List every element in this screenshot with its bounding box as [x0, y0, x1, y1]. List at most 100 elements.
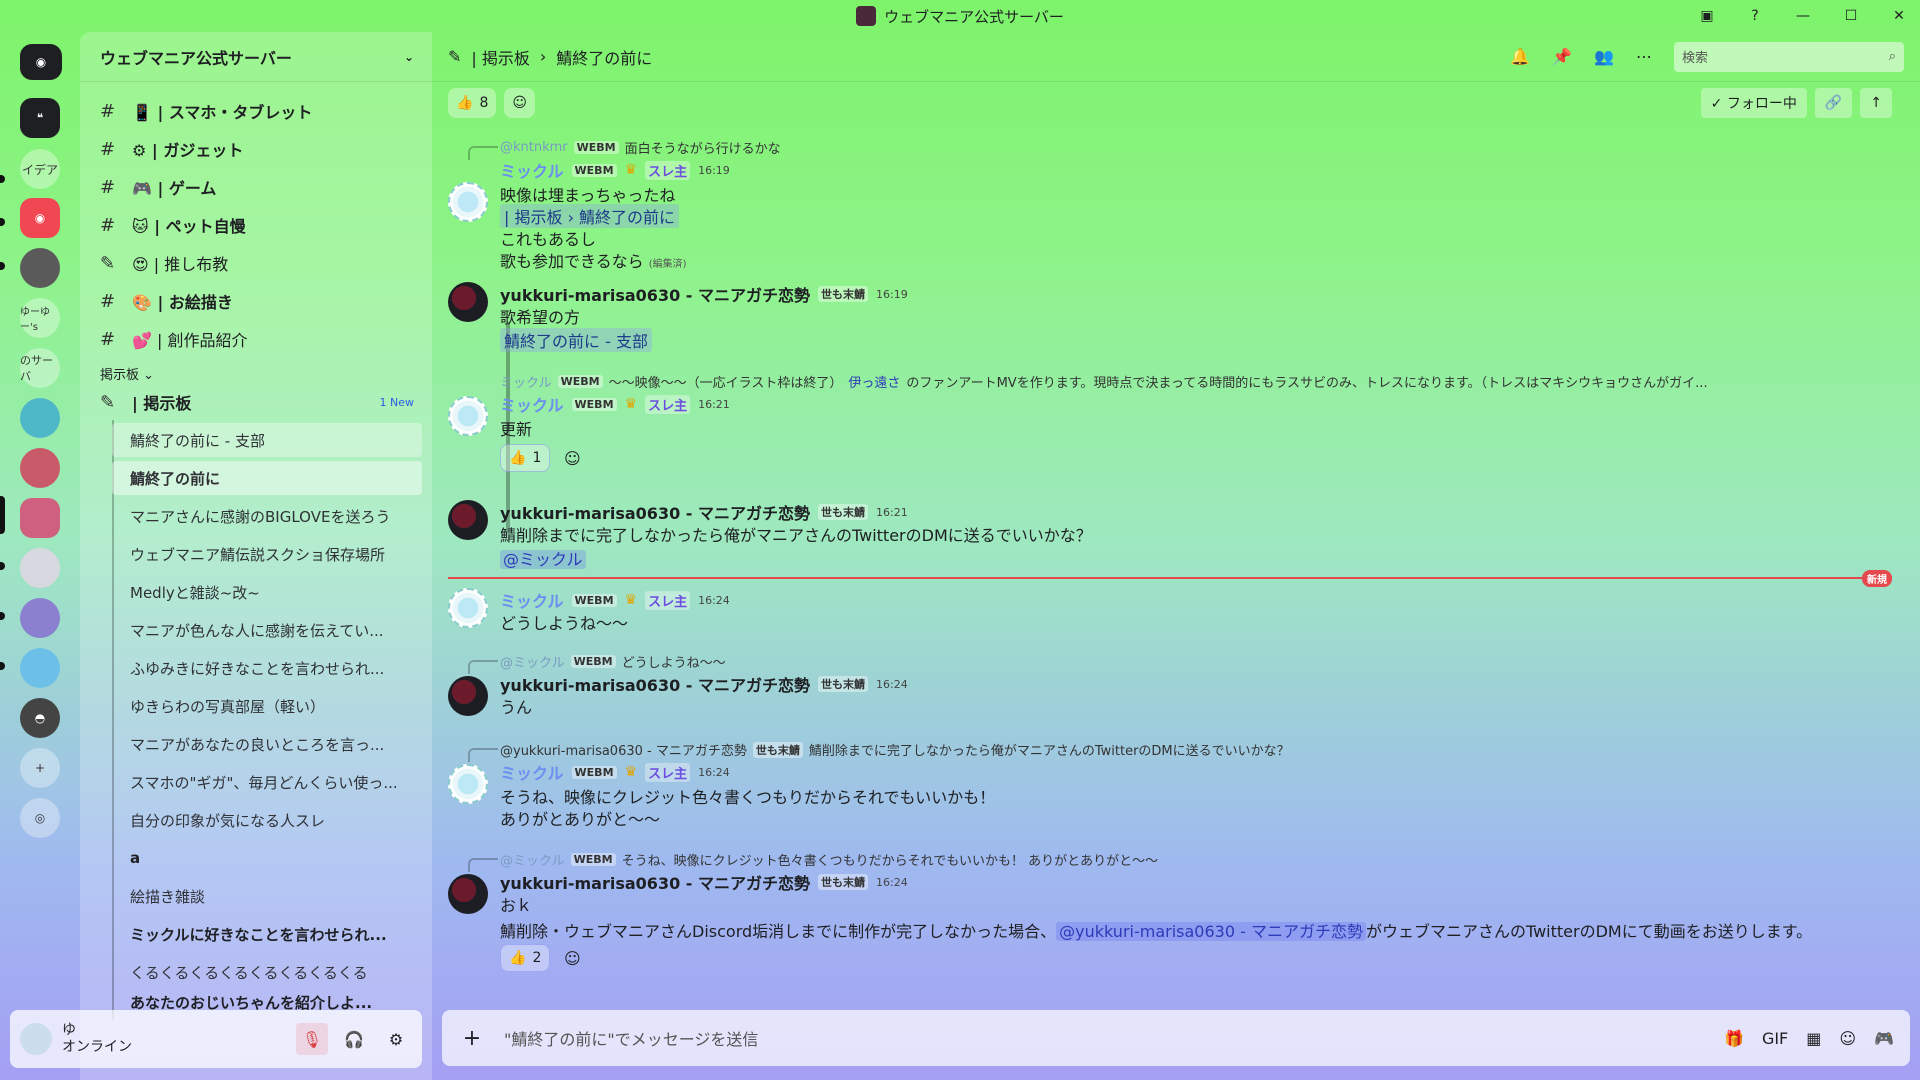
avatar[interactable] [448, 764, 488, 804]
user-mention[interactable]: @ミックル [500, 550, 586, 569]
discord-home-icon[interactable]: ◉ [20, 44, 62, 80]
channel-item[interactable]: # 📱 | スマホ・タブレット [80, 94, 432, 128]
reaction-like[interactable]: 👍 8 [448, 88, 497, 118]
server-avatar[interactable] [20, 448, 60, 488]
channel-item[interactable]: # 🎨 | お絵描き [80, 284, 432, 318]
sticker-icon[interactable]: ▦ [1806, 1029, 1821, 1048]
thread-item[interactable]: マニアさんに感謝のBIGLOVEを送ろう [112, 499, 422, 533]
avatar[interactable] [448, 676, 488, 716]
add-attachment-icon[interactable]: + [458, 1024, 486, 1052]
follow-button[interactable]: ✓ フォロー中 [1700, 88, 1807, 118]
server-avatar[interactable]: ◓ [20, 698, 60, 738]
avatar[interactable] [448, 282, 488, 322]
channel-item-forum[interactable]: ✎ | 掲示板 1 New [80, 385, 432, 419]
avatar[interactable] [448, 500, 488, 540]
avatar[interactable] [448, 588, 488, 628]
reply-preview[interactable]: @kntnkmr WEBM 面白そうながら行けるかな [468, 138, 781, 160]
gift-icon[interactable]: 🎁 [1724, 1029, 1744, 1048]
thread-item[interactable]: Medlyと雑談~改~ [112, 575, 422, 609]
thread-item[interactable]: ゆきらわの写真部屋（軽い） [112, 689, 422, 723]
chevron-down-icon: ⌄ [403, 49, 414, 64]
reaction-like[interactable]: 👍 2 [500, 944, 551, 972]
message: yukkuri-marisa0630 - マニアガチ恋勢 世も末鯖 16:21 … [448, 500, 1908, 570]
add-reaction-icon[interactable]: ☺ [558, 944, 586, 972]
thread-item[interactable]: あなたのおじいちゃんを紹介しよ... [112, 993, 422, 1012]
channel-link[interactable]: | 掲示板 › 鯖終了の前に [500, 204, 680, 228]
channel-item[interactable]: ✎ 😍 | 推し布教 [80, 246, 432, 280]
add-reaction-icon[interactable]: ☺ [558, 444, 586, 472]
thread-item[interactable]: 鯖終了の前に - 支部 [112, 423, 422, 457]
activities-icon[interactable]: 🎮 [1874, 1029, 1894, 1048]
arrow-up-icon[interactable]: ↑ [1860, 88, 1892, 118]
reaction-like[interactable]: 👍 1 [500, 444, 551, 472]
server-no-server[interactable]: のサーバ [20, 348, 60, 388]
thread-item[interactable]: マニアがあなたの良いところを言っ... [112, 727, 422, 761]
channel-item[interactable]: # 🐱 | ペット自慢 [80, 208, 432, 242]
message-text: 歌希望の方 [500, 308, 581, 327]
window-title: ウェブマニア公式サーバー [884, 7, 1064, 26]
avatar[interactable] [448, 874, 488, 914]
gif-icon[interactable]: GIF [1762, 1029, 1788, 1048]
composer-tools: 🎁 GIF ▦ ☺ 🎮 [1724, 1029, 1894, 1048]
inbox-icon[interactable]: ▣ [1696, 5, 1718, 27]
avatar[interactable] [448, 182, 488, 222]
thread-item[interactable]: a [112, 841, 422, 875]
user-controls: 🎙 🎧 ⚙ [296, 1023, 412, 1055]
link-icon[interactable]: 🔗 [1814, 88, 1853, 118]
server-idea[interactable]: イデア [20, 149, 60, 189]
user-mention[interactable]: @yukkuri-marisa0630 - マニアガチ恋勢 [1056, 922, 1366, 941]
bell-icon[interactable]: 🔔 [1510, 47, 1530, 66]
channel-item[interactable]: # 🎮 | ゲーム [80, 170, 432, 204]
reply-preview[interactable]: @ミックル WEBM どうしようね〜〜 [468, 652, 726, 674]
thread-item[interactable]: マニアが色んな人に感謝を伝えてい... [112, 613, 422, 647]
mention-line: @ミックル [500, 546, 586, 570]
message-input[interactable]: "鯖終了の前に"でメッセージを送信 [504, 1026, 758, 1050]
reply-preview[interactable]: @yukkuri-marisa0630 - マニアガチ恋勢 世も末鯖 鯖削除まで… [468, 740, 1290, 762]
search-input[interactable]: 検索 ⌕ [1674, 41, 1904, 72]
avatar[interactable] [20, 1023, 52, 1055]
server-yuyu[interactable]: ゆーゆー's [20, 298, 60, 338]
avatar[interactable] [448, 396, 488, 436]
server-avatar[interactable] [20, 648, 60, 688]
add-server-icon[interactable]: + [20, 748, 60, 788]
explore-icon[interactable]: ◎ [20, 798, 60, 838]
thread-item[interactable]: ミックルに好きなことを言わせられ... [112, 917, 422, 951]
server-avatar[interactable] [20, 248, 60, 288]
thread-item[interactable]: ふゆみきに好きなことを言わせられ... [112, 651, 422, 685]
maximize-button[interactable]: ☐ [1840, 5, 1862, 27]
server-header[interactable]: ウェブマニア公式サーバー ⌄ [80, 32, 432, 82]
channel-item[interactable]: # 💕 | 創作品紹介 [80, 322, 432, 356]
quote-server-icon[interactable]: ❝ [20, 98, 60, 138]
server-avatar[interactable] [20, 598, 60, 638]
discord-server-icon[interactable]: ◉ [20, 198, 60, 238]
server-avatar[interactable] [20, 398, 60, 438]
gear-icon[interactable]: ⚙ [380, 1023, 412, 1055]
message-text: 鯖削除までに完了しなかったら俺がマニアさんのTwitterのDMに送るでいいかな… [500, 526, 1092, 545]
reply-preview[interactable]: @ミックル WEBM そうね、映像にクレジット色々書くつもりだからそれでもいいか… [467, 850, 1158, 872]
thread-item[interactable]: スマホの"ギガ"、毎月どんくらい使っ... [112, 765, 422, 799]
more-icon[interactable]: ⋯ [1636, 47, 1652, 66]
thread-item[interactable]: ウェブマニア鯖伝説スクショ保存場所 [112, 537, 422, 571]
thread-item[interactable]: 絵描き雑談 [112, 879, 422, 913]
members-icon[interactable]: 👥 [1594, 47, 1614, 66]
server-avatar[interactable] [20, 548, 60, 588]
close-button[interactable]: ✕ [1888, 5, 1910, 27]
thread-item[interactable]: 自分の印象が気になる人スレ [112, 803, 422, 837]
reply-preview[interactable]: ミックル WEBM 〜〜映像〜〜（一応イラスト枠は終了） 伊っ遠さ のファンアー… [500, 372, 1880, 391]
mute-mic-icon[interactable]: 🎙 [296, 1023, 328, 1055]
headphones-icon[interactable]: 🎧 [338, 1023, 370, 1055]
help-icon[interactable]: ? [1744, 5, 1766, 27]
breadcrumb-forum[interactable]: | 掲示板 [471, 45, 529, 69]
channel-link[interactable]: 鯖終了の前に - 支部 [500, 328, 652, 352]
emoji-icon[interactable]: ☺ [1839, 1029, 1856, 1048]
pin-icon[interactable]: 📌 [1552, 47, 1572, 66]
add-reaction-icon[interactable]: ☺ [504, 88, 535, 118]
channel-item[interactable]: # ⚙ | ガジェット [80, 132, 432, 166]
minimize-button[interactable]: — [1792, 5, 1814, 27]
server-active[interactable] [20, 498, 60, 538]
thread-item[interactable]: くるくるくるくるくるくるくるくる [112, 955, 422, 989]
category-header[interactable]: 掲示板 ⌄ [80, 360, 432, 386]
message-header: yukkuri-marisa0630 - マニアガチ恋勢 世も末鯖 16:21 [500, 504, 908, 523]
thread-item-active[interactable]: 鯖終了の前に [112, 461, 422, 495]
message-composer[interactable]: + "鯖終了の前に"でメッセージを送信 🎁 GIF ▦ ☺ 🎮 [442, 1010, 1910, 1066]
